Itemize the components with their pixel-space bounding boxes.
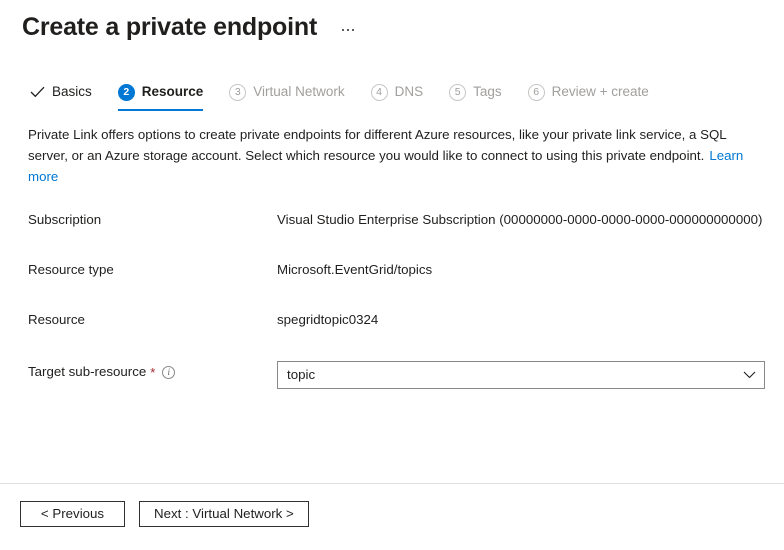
field-label: Target sub-resource * i [28,361,277,381]
page-header: Create a private endpoint [0,0,784,46]
wizard-tabs: Basics 2 Resource 3 Virtual Network 4 DN… [0,74,784,111]
step-number-badge: 2 [117,83,135,101]
more-options-icon[interactable] [339,25,357,35]
tab-label: Review + create [551,84,649,99]
description-text: Private Link offers options to create pr… [28,124,762,187]
tab-virtual-network[interactable]: 3 Virtual Network [229,76,345,108]
next-button[interactable]: Next : Virtual Network > [139,501,309,527]
field-label-text: Target sub-resource [28,364,147,379]
field-subscription: Subscription Visual Studio Enterprise Su… [28,209,784,259]
field-label: Subscription [28,212,102,227]
required-asterisk: * [150,364,156,380]
step-number-badge: 6 [527,83,545,101]
resource-form: Subscription Visual Studio Enterprise Su… [0,209,784,411]
ellipsis-dot [342,29,345,31]
tab-label: Tags [473,84,502,99]
tab-label: Basics [52,84,92,99]
ellipsis-dot [347,29,350,31]
tab-review-create[interactable]: 6 Review + create [527,76,649,108]
previous-button[interactable]: < Previous [20,501,125,527]
wizard-footer: < Previous Next : Virtual Network > [0,484,784,550]
info-icon[interactable]: i [162,365,176,379]
chevron-down-icon [743,371,756,379]
field-label: Resource type [28,262,114,277]
tab-label: Resource [141,84,204,99]
check-icon [30,86,45,98]
target-sub-resource-select[interactable]: topic [277,361,765,389]
field-resource-type: Resource type Microsoft.EventGrid/topics [28,259,784,309]
tab-basics[interactable]: Basics [30,76,92,108]
tab-label: Virtual Network [253,84,345,99]
step-number-badge: 5 [449,83,467,101]
field-label: Resource [28,312,85,327]
select-value: topic [287,367,316,382]
tab-resource[interactable]: 2 Resource [117,76,204,111]
field-target-sub-resource: Target sub-resource * i topic [28,361,784,411]
description-body: Private Link offers options to create pr… [28,127,727,163]
ellipsis-dot [352,29,355,31]
tab-dns[interactable]: 4 DNS [370,76,424,108]
step-number-badge: 3 [229,83,247,101]
field-value: Visual Studio Enterprise Subscription (0… [277,212,763,227]
field-value: spegridtopic0324 [277,312,379,327]
tab-tags[interactable]: 5 Tags [449,76,502,108]
field-value: Microsoft.EventGrid/topics [277,262,433,277]
page-title: Create a private endpoint [22,13,318,41]
field-resource: Resource spegridtopic0324 [28,309,784,359]
tab-label: DNS [394,84,424,99]
step-number-badge: 4 [370,83,388,101]
tab-active-underline [117,109,204,111]
